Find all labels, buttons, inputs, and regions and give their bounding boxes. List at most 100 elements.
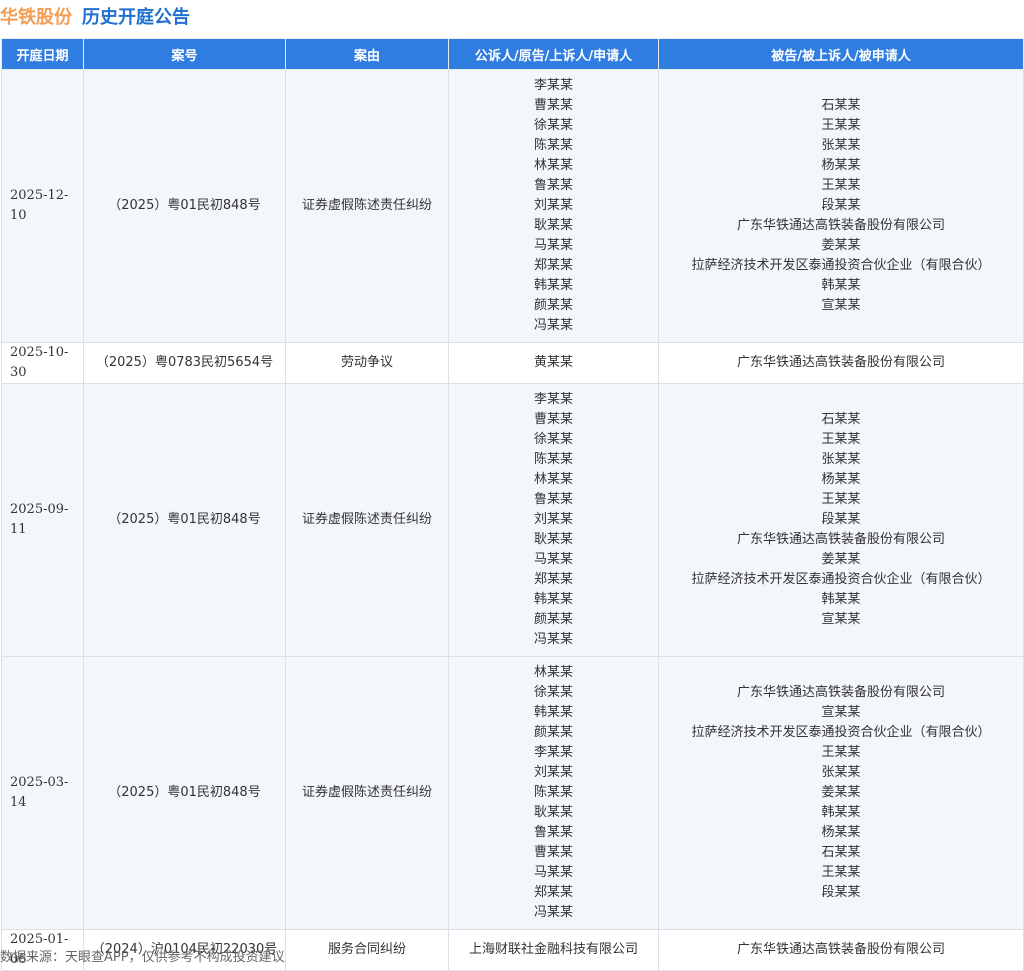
plaintiffs-cell: 李某某 曹某某 徐某某 陈某某 林某某 鲁某某 刘某某 耿某某 马某某 郑某某 韩某某 颜某某 冯某某	[448, 383, 659, 657]
case-cause-cell: 证券虚假陈述责任纠纷	[285, 383, 449, 657]
plaintiff-name: 曹某某	[533, 845, 573, 860]
defendant-name: 宣某某	[821, 705, 861, 720]
plaintiff-name: 马某某	[533, 238, 573, 253]
table-row: 2025-09-11 （2025）粤01民初848号 证券虚假陈述责任纠纷 李某某曹某…	[1, 383, 1024, 657]
plaintiff-name: 冯某某	[533, 318, 573, 333]
plaintiff-name: 耿某某	[533, 218, 573, 233]
hearing-table: 开庭日期 案号 案由 公诉人/原告/上诉人/申请人 被告/被上诉人/被申请人 2…	[1, 38, 1024, 971]
defendant-name: 杨某某	[821, 158, 861, 173]
defendant-name: 石某某	[821, 845, 861, 860]
defendant-name: 石某某	[821, 98, 861, 113]
plaintiff-name: 林某某	[533, 665, 573, 680]
defendant-name: 段某某	[821, 198, 861, 213]
table-row: 2025-12-10 （2025）粤01民初848号 证券虚假陈述责任纠纷 李某某 曹某…	[1, 69, 1024, 343]
plaintiff-name: 鲁某某	[533, 178, 573, 193]
hearing-table-container: 开庭日期 案号 案由 公诉人/原告/上诉人/申请人 被告/被上诉人/被申请人 2…	[1, 38, 1024, 971]
plaintiff-name: 李某某	[533, 78, 573, 93]
plaintiff-name: 陈某某	[533, 452, 573, 467]
plaintiff-name: 刘某某	[533, 512, 573, 527]
defendant-name: 王某某	[821, 492, 861, 507]
plaintiff-name: 韩某某	[533, 278, 573, 293]
defendant-name: 姜某某	[821, 785, 861, 800]
plaintiff-name: 马某某	[533, 865, 573, 880]
defendant-name: 王某某	[821, 178, 861, 193]
plaintiff-name: 冯某某	[533, 905, 573, 920]
defendant-name: 广东华铁通达高铁装备股份有限公司	[736, 532, 945, 547]
plaintiff-name: 韩某某	[533, 705, 573, 720]
plaintiff-name: 郑某某	[533, 572, 573, 587]
plaintiff-name: 黄某某	[533, 355, 573, 370]
defendant-name: 杨某某	[821, 472, 861, 487]
table-header-row: 开庭日期 案号 案由 公诉人/原告/上诉人/申请人 被告/被上诉人/被申请人	[1, 38, 1024, 70]
defendant-name: 石某某	[821, 412, 861, 427]
defendant-name: 张某某	[821, 765, 861, 780]
defendant-name: 拉萨经济技术开发区泰通投资合伙企业（有限合伙）	[691, 258, 991, 273]
case-cause-cell: 劳动争议	[285, 342, 449, 384]
data-source-note: 数据来源：天眼查APP，仅供参考不构成投资建议	[0, 950, 285, 965]
defendant-name: 拉萨经济技术开发区泰通投资合伙企业（有限合伙）	[691, 725, 991, 740]
defendant-name: 张某某	[821, 452, 861, 467]
defendant-name: 杨某某	[821, 825, 861, 840]
defendant-name: 姜某某	[821, 552, 861, 567]
defendants-cell: 广东华铁通达高铁装备股份有限公司	[658, 342, 1024, 384]
defendant-name: 韩某某	[821, 805, 861, 820]
plaintiff-name: 林某某	[533, 158, 573, 173]
defendants-cell: 石某某 王某某 张某某 杨某某 王某某 段某某 广东华铁通达高铁装备股份有限公司 姜某某 拉萨经…	[658, 383, 1024, 657]
plaintiff-name: 刘某某	[533, 198, 573, 213]
plaintiff-name: 李某某	[533, 392, 573, 407]
column-header-case-no: 案号	[83, 38, 286, 70]
plaintiff-name: 耿某某	[533, 532, 573, 547]
case-cause-cell: 证券虚假陈述责任纠纷	[285, 656, 449, 930]
plaintiff-name: 刘某某	[533, 765, 573, 780]
defendant-name: 王某某	[821, 118, 861, 133]
defendants-cell: 石某某 王某某 张某某 杨某某 王某某 段某某 广东华铁通达高铁装备股份有限公司 姜某某 拉萨经…	[658, 69, 1024, 343]
defendant-name: 广东华铁通达高铁装备股份有限公司	[736, 218, 945, 233]
plaintiff-name: 徐某某	[533, 118, 573, 133]
defendant-name: 段某某	[821, 885, 861, 900]
defendant-name: 姜某某	[821, 238, 861, 253]
defendants-cell: 广东华铁通达高铁装备股份有限公司	[658, 929, 1024, 971]
defendant-name: 王某某	[821, 745, 861, 760]
hearing-date-cell: 2025-10-30	[1, 342, 84, 384]
plaintiff-name: 曹某某	[533, 98, 573, 113]
column-header-date: 开庭日期	[1, 38, 84, 70]
page-title: 历史开庭公告	[82, 7, 190, 28]
plaintiff-name: 颜某某	[533, 298, 573, 313]
plaintiff-name: 颜某某	[533, 725, 573, 740]
hearing-date-cell: 2025-12-10	[1, 69, 84, 343]
plaintiff-name: 颜某某	[533, 612, 573, 627]
defendant-name: 张某某	[821, 138, 861, 153]
plaintiff-name: 曹某某	[533, 412, 573, 427]
plaintiff-name: 陈某某	[533, 785, 573, 800]
defendant-name: 宣某某	[821, 612, 861, 627]
case-cause-cell: 证券虚假陈述责任纠纷	[285, 69, 449, 343]
company-name: 华铁股份	[0, 7, 72, 28]
defendant-name: 韩某某	[821, 278, 861, 293]
defendant-name: 广东华铁通达高铁装备股份有限公司	[736, 685, 945, 700]
plaintiff-name: 马某某	[533, 552, 573, 567]
plaintiff-name: 陈某某	[533, 138, 573, 153]
plaintiff-name: 鲁某某	[533, 825, 573, 840]
defendant-name: 王某某	[821, 432, 861, 447]
plaintiff-name: 上海财联社金融科技有限公司	[468, 942, 638, 957]
table-row: 2025-10-30 （2025）粤0783民初5654号 劳动争议 黄某某 广东华铁通…	[1, 342, 1024, 384]
case-number-cell: （2025）粤01民初848号	[83, 383, 286, 657]
defendants-cell: 广东华铁通达高铁装备股份有限公司 宣某某拉萨经济技术开发区泰通投资合伙企业（有限合…	[658, 656, 1024, 930]
plaintiffs-cell: 黄某某	[448, 342, 659, 384]
defendant-name: 广东华铁通达高铁装备股份有限公司	[736, 942, 945, 957]
plaintiff-name: 鲁某某	[533, 492, 573, 507]
case-cause-cell: 服务合同纠纷	[285, 929, 449, 971]
column-header-plaintiffs: 公诉人/原告/上诉人/申请人	[448, 38, 659, 70]
plaintiff-name: 耿某某	[533, 805, 573, 820]
defendant-name: 韩某某	[821, 592, 861, 607]
defendant-name: 广东华铁通达高铁装备股份有限公司	[736, 355, 945, 370]
column-header-defendants: 被告/被上诉人/被申请人	[658, 38, 1024, 70]
hearing-date-cell: 2025-09-11	[1, 383, 84, 657]
plaintiff-name: 徐某某	[533, 432, 573, 447]
plaintiff-name: 李某某	[533, 745, 573, 760]
defendant-name: 段某某	[821, 512, 861, 527]
plaintiff-name: 徐某某	[533, 685, 573, 700]
defendant-name: 王某某	[821, 865, 861, 880]
column-header-cause: 案由	[285, 38, 449, 70]
case-number-cell: （2025）粤01民初848号	[83, 656, 286, 930]
